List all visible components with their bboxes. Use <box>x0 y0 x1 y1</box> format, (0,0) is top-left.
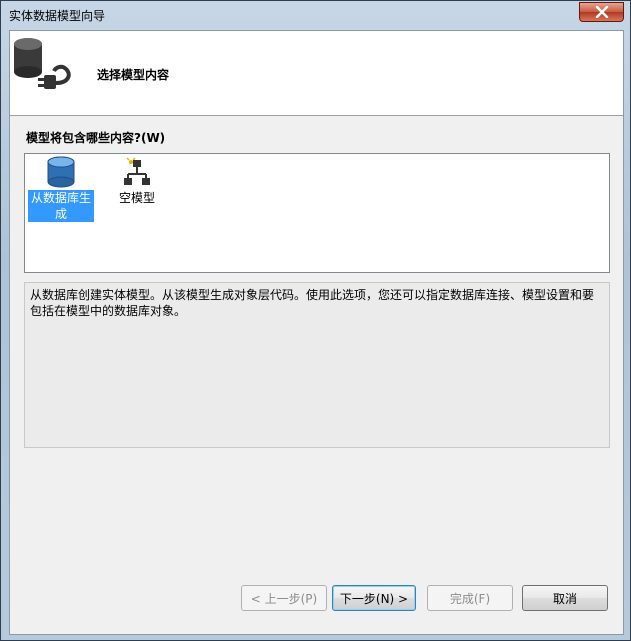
option-generate-from-database[interactable]: 从数据库生成 <box>28 156 94 222</box>
back-button[interactable]: < 上一步(P) <box>241 585 327 611</box>
wizard-window: 实体数据模型向导 选择模型内容 模型将包含哪些内容?(W) 从数据库生成 空模型… <box>0 0 631 641</box>
finish-button[interactable]: 完成(F) <box>427 585 513 611</box>
title-bar[interactable]: 实体数据模型向导 <box>1 1 630 28</box>
wizard-header: 选择模型内容 <box>10 31 623 116</box>
page-title: 选择模型内容 <box>97 68 170 82</box>
option-label: 从数据库生成 <box>28 190 94 222</box>
option-empty-model[interactable]: 空模型 <box>109 156 165 206</box>
description-text: 从数据库创建实体模型。从该模型生成对象层代码。使用此选项，您还可以指定数据库连接… <box>30 288 595 318</box>
wizard-client-area: 选择模型内容 模型将包含哪些内容?(W) 从数据库生成 空模型 从数据库创建实体… <box>9 30 624 635</box>
close-icon <box>595 6 608 18</box>
model-content-listbox[interactable]: 从数据库生成 空模型 <box>24 153 610 273</box>
option-label: 空模型 <box>118 191 155 205</box>
description-panel: 从数据库创建实体模型。从该模型生成对象层代码。使用此选项，您还可以指定数据库连接… <box>24 282 610 448</box>
hierarchy-model-icon <box>124 157 150 185</box>
database-connection-icon <box>14 38 71 89</box>
next-button[interactable]: 下一步(N) > <box>332 585 416 611</box>
window-title: 实体数据模型向导 <box>9 9 106 23</box>
cancel-button[interactable]: 取消 <box>522 585 608 611</box>
database-icon <box>47 156 75 188</box>
close-button[interactable] <box>579 2 624 22</box>
content-question-label: 模型将包含哪些内容?(W) <box>26 131 166 145</box>
